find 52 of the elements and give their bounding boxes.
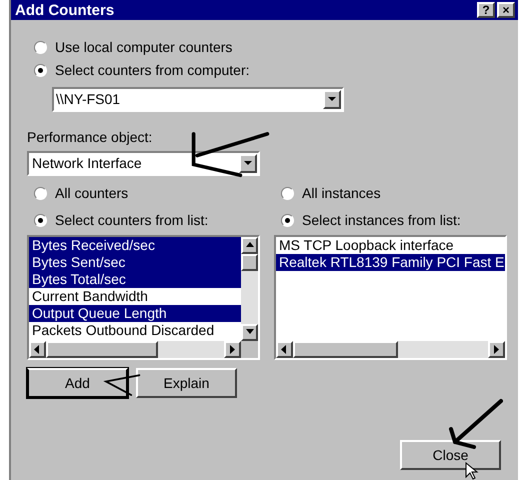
performance-object-combo-box[interactable]: Network Interface	[27, 151, 260, 176]
radio-button[interactable]	[34, 40, 47, 54]
push-button[interactable]: Explain	[136, 368, 237, 398]
scroll-thumb[interactable]	[241, 254, 258, 271]
title-bar-button[interactable]: ?	[477, 2, 495, 18]
window-title: Add Counters	[15, 2, 114, 18]
dropdown-button[interactable]	[323, 90, 341, 109]
radio-button[interactable]	[281, 214, 294, 226]
mouse-cursor-icon	[465, 462, 479, 480]
radio-label: Use local computer counters	[55, 38, 232, 57]
list-item[interactable]: Bytes Total/sec	[29, 271, 241, 288]
list-item[interactable]: Bytes Received/sec	[29, 237, 241, 254]
scroll-arrow-button[interactable]	[29, 341, 46, 358]
radio-label: Select instances from list:	[302, 210, 461, 230]
scroll-arrow-button[interactable]	[241, 237, 258, 254]
radio-button[interactable]	[34, 186, 47, 200]
radio-label: Select counters from list:	[55, 210, 208, 230]
scroll-arrow-button[interactable]	[224, 341, 241, 358]
radio-button[interactable]	[34, 64, 47, 76]
scrollbar-corner	[241, 341, 258, 358]
field-label: Performance object:	[27, 128, 154, 147]
horizontal-scrollbar[interactable]	[276, 341, 505, 358]
combo-value: \\NY-FS01	[56, 90, 120, 109]
title-bar-button[interactable]: ×	[497, 2, 515, 18]
radio-label: Select counters from computer:	[55, 60, 250, 80]
arrow-up-icon	[244, 241, 254, 250]
list-item[interactable]: MS TCP Loopback interface	[276, 237, 505, 254]
vertical-scrollbar[interactable]	[241, 237, 258, 341]
list-item[interactable]: Packets Outbound Discarded	[29, 322, 241, 339]
scroll-arrow-button[interactable]	[488, 341, 505, 358]
computer-combo-box[interactable]: \\NY-FS01	[52, 87, 344, 112]
radio-button[interactable]	[34, 214, 47, 226]
scroll-arrow-button[interactable]	[241, 324, 258, 341]
arrow-right-icon	[228, 345, 238, 354]
push-button[interactable]: Add	[27, 368, 128, 398]
radio-label: All instances	[302, 184, 381, 202]
radio-label: All counters	[55, 184, 128, 202]
dropdown-button[interactable]	[239, 154, 257, 173]
scroll-thumb[interactable]	[293, 341, 398, 358]
scroll-arrow-button[interactable]	[276, 341, 293, 358]
list-item[interactable]: Current Bandwidth	[29, 288, 241, 305]
scroll-thumb[interactable]	[46, 341, 158, 358]
combo-value: Network Interface	[32, 154, 142, 173]
list-item[interactable]: Bytes Sent/sec	[29, 254, 241, 271]
close-button[interactable]: Close	[400, 440, 501, 470]
list-item[interactable]: Realtek RTL8139 Family PCI Fast E	[276, 254, 505, 271]
horizontal-scrollbar[interactable]	[29, 341, 258, 358]
caret-icon	[328, 97, 336, 102]
arrow-right-icon	[492, 345, 502, 354]
caret-icon	[244, 161, 252, 166]
list-item[interactable]: Output Queue Length	[29, 305, 241, 322]
radio-button[interactable]	[281, 186, 294, 200]
